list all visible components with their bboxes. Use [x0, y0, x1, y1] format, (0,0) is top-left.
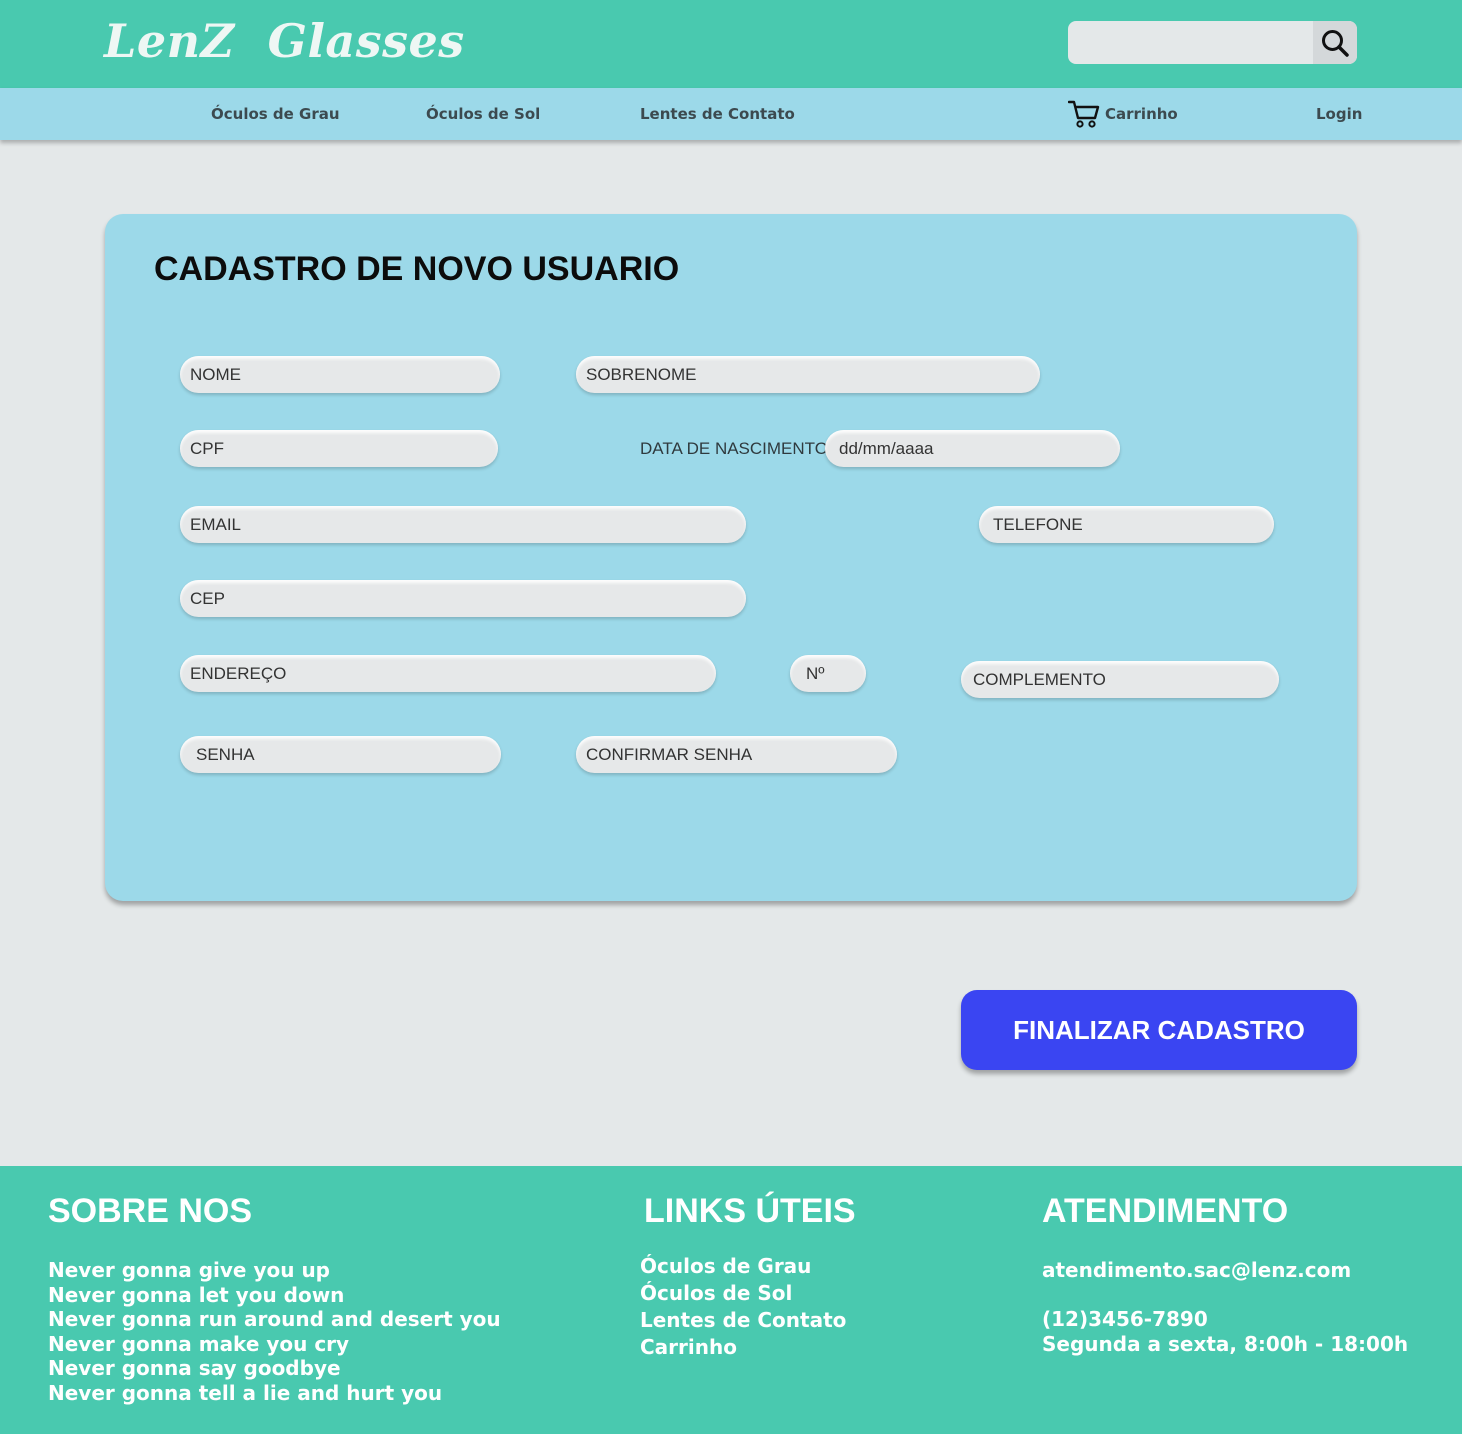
nav-lentes-de-contato[interactable]: Lentes de Contato — [640, 88, 795, 140]
nome-input[interactable] — [180, 356, 500, 393]
numero-input[interactable] — [790, 655, 866, 692]
footer-link-oculos-de-sol[interactable]: Óculos de Sol — [640, 1281, 792, 1305]
nav-login[interactable]: Login — [1316, 88, 1362, 140]
dob-label: DATA DE NASCIMENTO — [640, 439, 828, 458]
about-line: Never gonna tell a lie and hurt you — [48, 1380, 443, 1405]
search-input[interactable] — [1068, 21, 1313, 64]
footer-contact-title: ATENDIMENTO — [1042, 1192, 1289, 1230]
cart-icon — [1068, 100, 1100, 128]
about-line: Never gonna let you down — [48, 1282, 345, 1307]
senha-input[interactable] — [180, 736, 501, 773]
footer-contact-hours: Segunda a sexta, 8:00h - 18:00h — [1042, 1332, 1409, 1356]
about-line: Never gonna make you cry — [48, 1331, 350, 1356]
nav-label: Lentes de Contato — [640, 105, 795, 123]
endereco-input[interactable] — [180, 655, 716, 692]
footer-links-title: LINKS ÚTEIS — [644, 1192, 856, 1230]
about-line: Never gonna give you up — [48, 1258, 330, 1282]
nav-oculos-de-sol[interactable]: Óculos de Sol — [426, 88, 540, 140]
nav-label: Óculos de Sol — [426, 105, 541, 123]
registration-card — [105, 214, 1357, 901]
dob-input[interactable] — [825, 430, 1120, 467]
search-icon — [1322, 29, 1349, 57]
email-input[interactable] — [180, 506, 746, 543]
nav-label: Óculos de Grau — [211, 105, 340, 123]
nav-label: Carrinho — [1105, 105, 1178, 123]
footer-about-text: Never gonna give you up Never gonna let … — [48, 1258, 501, 1406]
nav-label: Login — [1316, 105, 1363, 123]
about-line: Never gonna say goodbye — [48, 1356, 341, 1381]
main-nav: Óculos de Grau Óculos de Sol Lentes de C… — [0, 88, 1462, 140]
footer-contact-phone: (12)3456-7890 — [1042, 1307, 1208, 1331]
page-title: CADASTRO DE NOVO USUARIO — [154, 250, 680, 288]
complemento-input[interactable] — [961, 661, 1279, 698]
footer-link-oculos-de-grau[interactable]: Óculos de Grau — [640, 1254, 811, 1278]
search-button[interactable] — [1313, 21, 1357, 64]
nav-oculos-de-grau[interactable]: Óculos de Grau — [211, 88, 340, 140]
sobrenome-input[interactable] — [576, 356, 1040, 393]
about-line: Never gonna run around and desert you — [48, 1307, 501, 1332]
footer-contact-email[interactable]: atendimento.sac@lenz.com — [1042, 1258, 1351, 1283]
footer-about-title: SOBRE NOS — [48, 1192, 253, 1230]
finalizar-cadastro-button[interactable]: FINALIZAR CADASTRO — [961, 990, 1357, 1070]
telefone-input[interactable] — [979, 506, 1274, 543]
nav-carrinho[interactable]: Carrinho — [1068, 88, 1178, 140]
site-header: LenZ Glasses — [0, 0, 1462, 88]
search-box — [1068, 21, 1357, 64]
cep-input[interactable] — [180, 580, 746, 617]
footer-link-lentes-de-contato[interactable]: Lentes de Contato — [640, 1308, 846, 1332]
cpf-input[interactable] — [180, 430, 498, 467]
site-logo[interactable]: LenZ Glasses — [104, 14, 465, 68]
footer-link-carrinho[interactable]: Carrinho — [640, 1335, 737, 1359]
confirmar-senha-input[interactable] — [576, 736, 897, 773]
